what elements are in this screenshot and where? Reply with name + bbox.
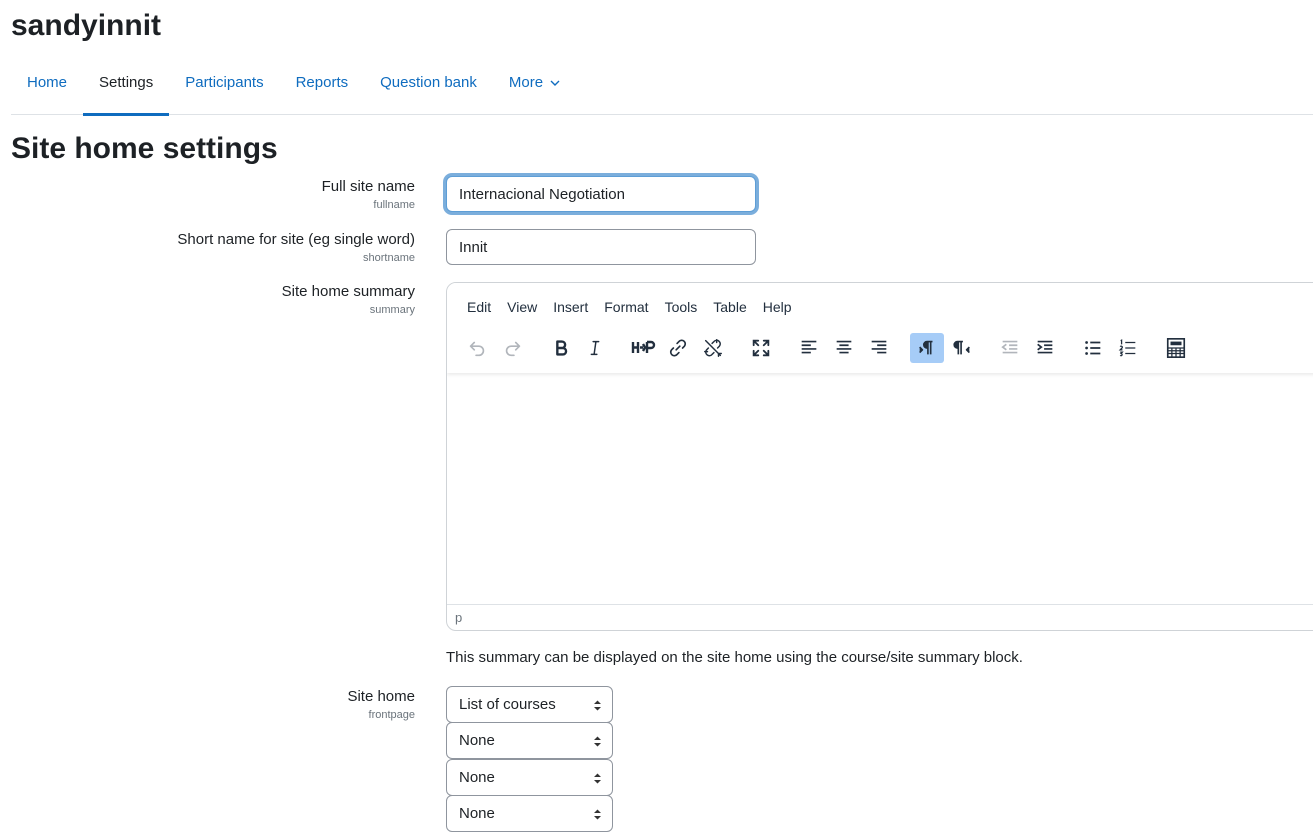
ltr-button[interactable]: [910, 333, 944, 363]
nav-tab-question-bank[interactable]: Question bank: [364, 60, 493, 115]
nav-tab-participants[interactable]: Participants: [169, 60, 279, 115]
fullname-sublabel: fullname: [373, 199, 415, 211]
numbered-list-button[interactable]: [1111, 333, 1145, 363]
shortname-label-block: Short name for site (eg single word) sho…: [177, 231, 415, 265]
select-arrows-icon: [594, 700, 601, 711]
equation-button[interactable]: [1159, 333, 1193, 363]
summary-help-text: This summary can be displayed on the sit…: [446, 649, 1023, 666]
link-icon: [669, 339, 687, 357]
fullscreen-button[interactable]: [744, 333, 778, 363]
h5p-icon: [631, 340, 656, 353]
menu-format[interactable]: Format: [596, 299, 656, 315]
shortname-sublabel: shortname: [363, 252, 415, 264]
shortname-input[interactable]: [446, 229, 756, 265]
nav-tab-settings[interactable]: Settings: [83, 60, 170, 116]
fullname-label: Full site name: [321, 178, 415, 195]
editor-menubar: Edit View Insert Format Tools Table Help: [459, 299, 800, 315]
fullscreen-icon: [752, 339, 770, 357]
summary-editor: Edit View Insert Format Tools Table Help: [446, 282, 1313, 631]
unlink-icon: [704, 339, 722, 357]
bold-icon: [556, 340, 568, 356]
redo-button[interactable]: [496, 333, 530, 363]
select-arrows-icon: [594, 773, 601, 784]
indent-icon: [1037, 340, 1053, 354]
undo-icon: [469, 341, 485, 357]
menu-help[interactable]: Help: [755, 299, 800, 315]
site-title: sandyinnit: [11, 9, 162, 42]
summary-label-block: Site home summary summary: [282, 283, 415, 317]
frontpage-select-4-value: None: [459, 805, 495, 822]
summary-label: Site home summary: [281, 283, 415, 300]
ltr-icon: [919, 340, 933, 355]
chevron-down-icon: [550, 80, 560, 87]
nav-more-label: More: [508, 74, 544, 91]
frontpage-select-2[interactable]: None: [446, 722, 613, 759]
unlink-button[interactable]: [696, 333, 730, 363]
frontpage-select-2-value: None: [459, 732, 495, 749]
align-left-icon: [801, 340, 817, 354]
fullname-label-block: Full site name fullname: [322, 178, 415, 212]
numbered-list-icon: [1118, 339, 1136, 357]
frontpage-label: Site home: [347, 688, 415, 705]
menu-edit[interactable]: Edit: [459, 299, 499, 315]
nav-tab-home[interactable]: Home: [11, 60, 83, 115]
frontpage-select-4[interactable]: None: [446, 795, 613, 832]
select-arrows-icon: [594, 809, 601, 820]
bullet-list-icon: [1085, 341, 1101, 355]
select-arrows-icon: [594, 736, 601, 747]
rtl-button[interactable]: [945, 333, 979, 363]
editor-toolbar: [447, 333, 1313, 363]
frontpage-select-3[interactable]: None: [446, 759, 613, 796]
frontpage-sublabel: frontpage: [368, 709, 415, 721]
undo-button[interactable]: [460, 333, 494, 363]
align-center-icon: [836, 340, 852, 354]
menu-table[interactable]: Table: [705, 299, 754, 315]
editor-header: Edit View Insert Format Tools Table Help: [447, 283, 1313, 373]
fullname-input[interactable]: [446, 176, 756, 212]
outdent-icon: [1001, 340, 1018, 354]
h5p-button[interactable]: [626, 333, 662, 363]
equation-editor-icon: [1166, 338, 1186, 358]
frontpage-select-1[interactable]: List of courses: [446, 686, 613, 723]
editor-statusbar: p: [447, 604, 1313, 630]
page-title: Site home settings: [11, 132, 278, 165]
link-button[interactable]: [661, 333, 695, 363]
editor-element-path[interactable]: p: [455, 610, 462, 625]
frontpage-label-block: Site home frontpage: [347, 688, 415, 722]
outdent-button[interactable]: [993, 333, 1027, 363]
indent-button[interactable]: [1028, 333, 1062, 363]
align-center-button[interactable]: [827, 333, 861, 363]
secondary-navigation: Home Settings Participants Reports Quest…: [11, 60, 1313, 116]
frontpage-select-1-value: List of courses: [459, 696, 556, 713]
rtl-icon: [953, 340, 970, 355]
italic-icon: [590, 340, 600, 356]
redo-icon: [505, 341, 521, 357]
italic-button[interactable]: [578, 333, 612, 363]
align-left-button[interactable]: [792, 333, 826, 363]
shortname-label: Short name for site (eg single word): [177, 231, 415, 248]
menu-view[interactable]: View: [499, 299, 545, 315]
menu-insert[interactable]: Insert: [545, 299, 596, 315]
nav-tab-more[interactable]: More: [493, 60, 576, 115]
frontpage-select-3-value: None: [459, 769, 495, 786]
nav-tab-reports[interactable]: Reports: [280, 60, 365, 115]
bold-button[interactable]: [544, 333, 578, 363]
align-right-icon: [871, 340, 887, 354]
summary-sublabel: summary: [369, 304, 415, 316]
align-right-button[interactable]: [862, 333, 896, 363]
bullet-list-button[interactable]: [1076, 333, 1110, 363]
menu-tools[interactable]: Tools: [657, 299, 706, 315]
